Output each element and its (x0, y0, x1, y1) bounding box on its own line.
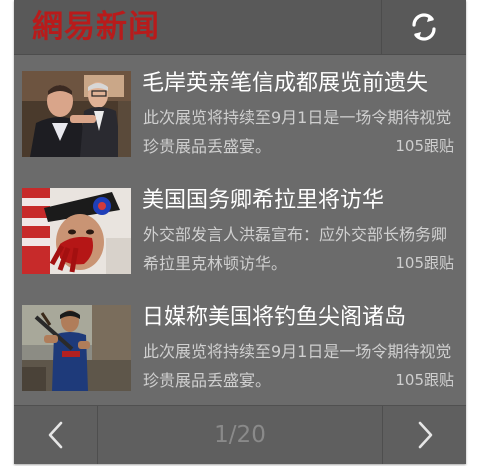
comment-count[interactable]: 105跟贴 (395, 132, 454, 161)
news-title[interactable]: 日媒称美国将钓鱼尖阁诸岛 (142, 302, 464, 334)
netease-news-logo: 網易新闻 (32, 9, 160, 45)
news-thumbnail[interactable] (22, 71, 131, 157)
news-thumbnail[interactable] (22, 188, 131, 274)
page-indicator: 1/20 (214, 422, 266, 448)
previous-page-button[interactable] (14, 406, 98, 464)
chevron-right-icon (418, 421, 432, 449)
news-widget: 網易新闻 毛岸英亲笔信成都展览前遗失 此次展览将持续至9月1日是一场令期待视觉珍… (14, 0, 466, 464)
refresh-button[interactable] (381, 0, 466, 54)
news-title[interactable]: 美国国务卿希拉里将访华 (142, 185, 464, 217)
chevron-left-icon (48, 421, 62, 449)
next-page-button[interactable] (382, 406, 466, 464)
refresh-icon (412, 13, 436, 41)
comment-count[interactable]: 105跟贴 (395, 249, 454, 278)
widget-header: 網易新闻 (14, 0, 466, 55)
news-thumbnail[interactable] (22, 305, 131, 391)
news-item[interactable]: 毛岸英亲笔信成都展览前遗失 此次展览将持续至9月1日是一场令期待视觉珍贵展品丢盛… (14, 55, 466, 171)
news-title[interactable]: 毛岸英亲笔信成都展览前遗失 (142, 68, 464, 100)
news-item[interactable]: 美国国务卿希拉里将访华 外交部发言人洪磊宣布：应外交部长杨务卿希拉里克林顿访华。… (14, 172, 466, 288)
comment-count[interactable]: 105跟贴 (395, 366, 454, 395)
news-item[interactable]: 日媒称美国将钓鱼尖阁诸岛 此次展览将持续至9月1日是一场令期待视觉珍贵展品丢盛宴… (14, 289, 466, 405)
pagination-bar: 1/20 (14, 405, 466, 464)
